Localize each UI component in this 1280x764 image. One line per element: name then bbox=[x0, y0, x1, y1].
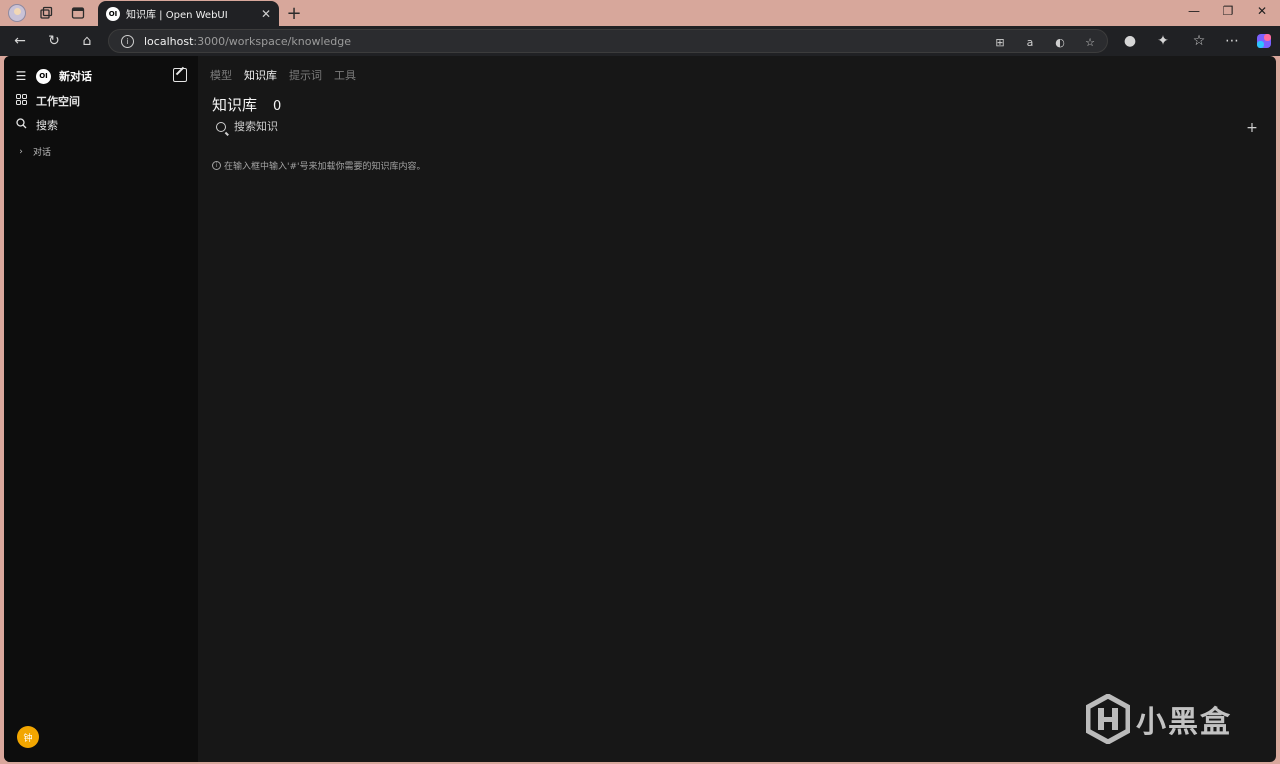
tab-tools[interactable]: 工具 bbox=[334, 67, 356, 83]
site-info-icon[interactable]: i bbox=[121, 34, 134, 48]
profile-avatar-icon[interactable] bbox=[8, 4, 26, 22]
search-input[interactable] bbox=[234, 120, 734, 133]
sidebar: ☰ OI 新对话 工作空间 搜索 › 对话 钟 bbox=[4, 56, 198, 762]
watermark: 小黑盒 bbox=[1086, 694, 1232, 744]
tab-close-icon[interactable]: ✕ bbox=[261, 7, 271, 21]
restore-icon[interactable]: ❐ bbox=[1218, 4, 1238, 18]
hint-text: 在输入框中输入'#'号来加载你需要的知识库内容。 bbox=[224, 162, 426, 172]
sidebar-item-label: 搜索 bbox=[36, 119, 58, 132]
minimize-icon[interactable]: — bbox=[1184, 4, 1204, 18]
address-bar[interactable]: i localhost :3000/workspace/knowledge ⊞ … bbox=[108, 29, 1108, 53]
url-path: :3000/workspace/knowledge bbox=[193, 34, 352, 48]
watermark-text: 小黑盒 bbox=[1136, 705, 1232, 740]
extensions-puzzle-icon[interactable]: ✦ bbox=[1154, 32, 1172, 50]
new-chat-edit-icon[interactable] bbox=[173, 68, 187, 82]
tab-bar: OI 知识库 | Open WebUI ✕ + — ❐ ✕ bbox=[0, 0, 1280, 26]
new-tab-plus-icon[interactable]: + bbox=[285, 3, 303, 24]
browser-toolbar: ← ↻ ⌂ i localhost :3000/workspace/knowle… bbox=[0, 26, 1280, 56]
new-chat-button[interactable]: 新对话 bbox=[59, 68, 92, 84]
close-window-icon[interactable]: ✕ bbox=[1252, 4, 1272, 18]
favorite-star-icon[interactable]: ☆ bbox=[1082, 34, 1098, 50]
page-title: 知识库 bbox=[212, 96, 258, 114]
tab-title: 知识库 | Open WebUI bbox=[126, 10, 228, 21]
add-knowledge-button[interactable]: + bbox=[1245, 120, 1259, 136]
grid-icon bbox=[14, 94, 28, 108]
reload-icon[interactable]: ↻ bbox=[45, 32, 63, 50]
workspace-nav: 模型 知识库 提示词 工具 bbox=[210, 67, 356, 83]
edge-refresh-icon[interactable]: ◐ bbox=[1052, 34, 1068, 50]
search-icon bbox=[14, 118, 28, 132]
sidebar-folder-chats[interactable]: › 对话 bbox=[14, 145, 52, 159]
chevron-right-icon: › bbox=[19, 146, 23, 157]
menu-toggle-icon[interactable]: ☰ bbox=[14, 69, 28, 83]
sidebar-item-label: 工作空间 bbox=[36, 95, 80, 108]
tab-knowledge[interactable]: 知识库 bbox=[244, 67, 277, 83]
knowledge-count: 0 bbox=[273, 99, 282, 114]
info-icon: i bbox=[212, 161, 221, 170]
home-icon[interactable]: ⌂ bbox=[78, 32, 96, 50]
extension-circle-icon[interactable]: ● bbox=[1121, 32, 1139, 50]
tab-prompts[interactable]: 提示词 bbox=[289, 67, 322, 83]
sidebar-item-workspace[interactable]: 工作空间 bbox=[14, 93, 80, 109]
folder-label: 对话 bbox=[33, 148, 52, 158]
back-arrow-icon[interactable]: ← bbox=[11, 32, 29, 50]
openwebui-logo-icon: OI bbox=[36, 68, 51, 84]
active-tab[interactable]: OI 知识库 | Open WebUI ✕ bbox=[98, 1, 279, 26]
sidebar-header: ☰ OI 新对话 bbox=[14, 68, 92, 84]
user-avatar[interactable]: 钟 bbox=[17, 726, 39, 748]
read-aloud-icon[interactable]: a bbox=[1022, 34, 1038, 50]
app-available-icon[interactable]: ⊞ bbox=[992, 34, 1008, 50]
copilot-icon[interactable] bbox=[1255, 32, 1273, 50]
search-icon bbox=[216, 121, 226, 132]
page-heading: 知识库 0 bbox=[212, 94, 281, 115]
heybox-logo-icon bbox=[1086, 694, 1130, 744]
more-menu-icon[interactable]: ⋯ bbox=[1223, 32, 1241, 50]
open-webui-app: ☰ OI 新对话 工作空间 搜索 › 对话 钟 模型 知识库 提示词 工具 知识… bbox=[4, 56, 1276, 762]
tab-favicon-icon: OI bbox=[106, 6, 120, 21]
url-host: localhost bbox=[144, 34, 194, 48]
workspaces-icon[interactable] bbox=[37, 4, 55, 22]
knowledge-hint: i 在输入框中输入'#'号来加载你需要的知识库内容。 bbox=[212, 159, 426, 172]
knowledge-search bbox=[212, 120, 734, 133]
favorites-icon[interactable]: ☆ bbox=[1190, 32, 1208, 50]
sidebar-item-search[interactable]: 搜索 bbox=[14, 117, 58, 133]
main-content: 模型 知识库 提示词 工具 知识库 0 + i 在输入框中输入'#'号来加载你需… bbox=[198, 56, 1276, 762]
tab-models[interactable]: 模型 bbox=[210, 67, 232, 83]
vertical-tabs-icon[interactable] bbox=[69, 4, 87, 22]
